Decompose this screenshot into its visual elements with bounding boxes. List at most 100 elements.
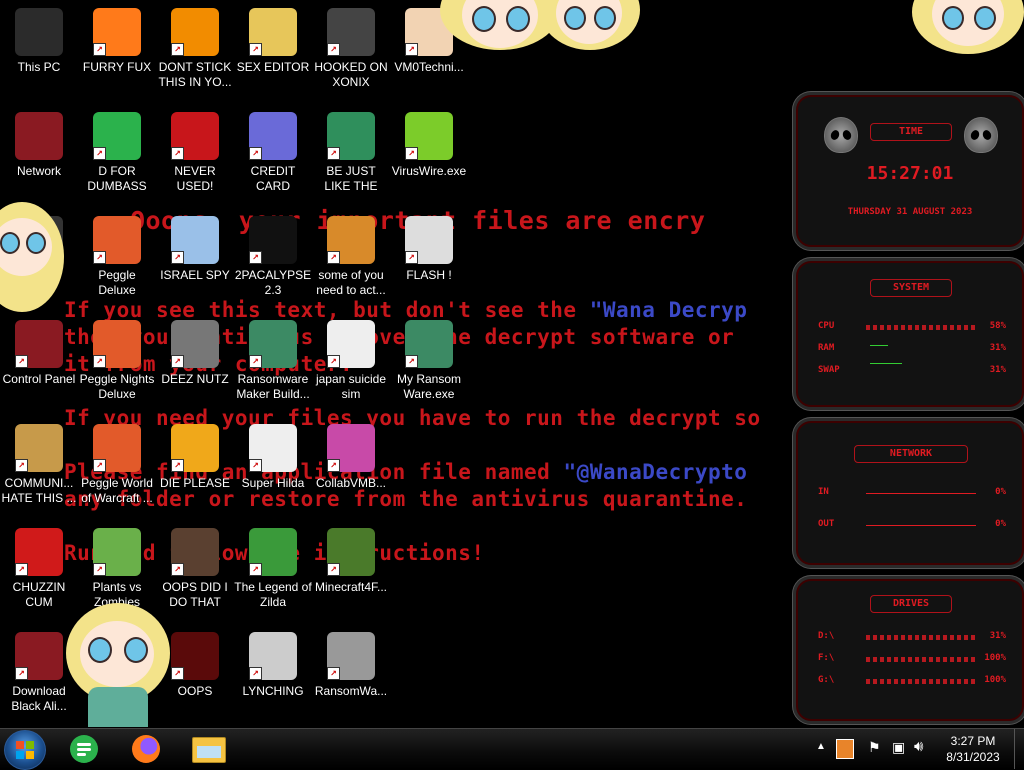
desktop-icon[interactable]: ↗ DEEZ NUTZ [156, 314, 234, 410]
desktop-icon-label: DEEZ NUTZ [161, 372, 229, 386]
desktop-icon[interactable]: ↗ DONT STICK THIS IN YO... [156, 2, 234, 98]
desktop-icon[interactable]: ↗ CREDIT CARD CHECKER [234, 106, 312, 202]
desktop-icon[interactable]: ↗ ISRAEL SPY [156, 210, 234, 306]
swap-row: SWAP 31% [818, 365, 1006, 375]
peggle-icon: ↗ [93, 216, 141, 264]
shortcut-arrow-icon: ↗ [15, 459, 28, 472]
desktop-icon-label: The Legend of Zilda [234, 580, 312, 609]
network-in-graph [866, 493, 976, 494]
desktop-icon[interactable]: ↗ D FOR DUMBASS [78, 106, 156, 202]
desktop-icon-label: D FOR DUMBASS [87, 164, 147, 193]
shortcut-arrow-icon: ↗ [405, 147, 418, 160]
desktop-icon[interactable]: ↗ COMMUNI... HATE THIS ... [0, 418, 78, 514]
shortcut-arrow-icon: ↗ [93, 459, 106, 472]
desktop-icon[interactable]: ↗ HOOKED ON XONIX [312, 2, 390, 98]
alien-network-icon [15, 112, 63, 160]
xonix-game-icon: ↗ [327, 8, 375, 56]
show-hidden-icons-icon[interactable]: ▲ [816, 741, 826, 752]
money-bag-icon: ↗ [15, 424, 63, 472]
shortcut-arrow-icon: ↗ [405, 251, 418, 264]
desktop-icon[interactable]: ↗ Minecraft4F... [312, 522, 390, 618]
desktop-icon-label: Peggle Deluxe [98, 268, 136, 297]
desktop-icon-label: DONT STICK THIS IN YO... [158, 60, 232, 89]
desktop-icon[interactable]: ↗ DIE PLEASE [156, 418, 234, 514]
cpu-row: CPU 58% [818, 321, 1006, 331]
desktop-icon[interactable]: ↗ SEX EDITOR [234, 2, 312, 98]
shortcut-arrow-icon: ↗ [171, 667, 184, 680]
desktop-icon[interactable]: ↗ FLASH ! [390, 210, 468, 306]
shortcut-arrow-icon: ↗ [171, 147, 184, 160]
desktop-icon-label: This PC [17, 60, 61, 74]
action-center-flag-icon[interactable]: ⚑ [868, 739, 881, 756]
app-window-icon: ↗ [405, 320, 453, 368]
desktop-icon-label: Network [16, 164, 61, 178]
shortcut-arrow-icon: ↗ [249, 251, 262, 264]
desktop-icon-label: VirusWire.exe [391, 164, 467, 178]
alien-head-icon [824, 117, 858, 153]
desktop-icon[interactable]: ↗ Super Hilda [234, 418, 312, 514]
desktop-icon[interactable]: ↗ BE JUST LIKE THE DUDE! [312, 106, 390, 202]
desktop-icon-label: Peggle Nights Deluxe [79, 372, 155, 401]
firefox-icon [132, 735, 160, 763]
alien-icon: ↗ [15, 632, 63, 680]
desktop-icon[interactable]: ↗ My Ransom Ware.exe [390, 314, 468, 410]
desktop-icon[interactable]: ↗ RansomWa... [312, 626, 390, 722]
desktop-icon[interactable]: This PC [0, 2, 78, 98]
desktop-icon[interactable]: ↗ Control Panel [0, 314, 78, 410]
cartoon-character-sticker [540, 0, 640, 58]
flower-icon: ↗ [93, 528, 141, 576]
cartoon-character-sticker [66, 603, 170, 727]
desktop-icon[interactable]: ↗ 2PACALYPSE 2.3 [234, 210, 312, 306]
desktop-icon-label: HOOKED ON XONIX [314, 60, 388, 89]
taskbar-feedly-button[interactable] [60, 731, 108, 767]
network-in-row: IN 0% [818, 487, 1006, 497]
desktop-icon-label: NEVER USED! [174, 164, 216, 193]
taskbar-file-explorer-button[interactable] [184, 731, 232, 767]
desktop-icon[interactable]: ↗ FURRY FUX [78, 2, 156, 98]
desktop-icon-label: Peggle World of Warcraft ... [81, 476, 153, 505]
desktop-icon[interactable]: ↗ Peggle Deluxe [78, 210, 156, 306]
desktop-icon[interactable]: ↗ VirusWire.exe [390, 106, 468, 202]
network-title: NETWORK [854, 445, 968, 463]
flash-doc-icon: ↗ [405, 216, 453, 264]
desktop-icon[interactable]: ↗ Ransomware Maker Build... [234, 314, 312, 410]
desktop-icon[interactable]: ↗ LYNCHING [234, 626, 312, 722]
zelda-icon: ↗ [249, 528, 297, 576]
desktop-icon-label: ISRAEL SPY [160, 268, 230, 282]
desktop-icon[interactable]: ↗ NEVER USED! [156, 106, 234, 202]
portrait-icon: ↗ [171, 528, 219, 576]
desktop-icon[interactable]: ↗ Peggle World of Warcraft ... [78, 418, 156, 514]
desktop-icon[interactable]: ↗ CollabVMB... [312, 418, 390, 514]
desktop-icon-label: COMMUNI... HATE THIS ... [1, 476, 77, 505]
desktop-icon[interactable]: ↗ Peggle Nights Deluxe [78, 314, 156, 410]
taskbar-clock[interactable]: 3:27 PM 8/31/2023 [940, 733, 1006, 765]
show-desktop-button[interactable] [1014, 729, 1024, 769]
desktop-icon-label: VM0Techni... [394, 60, 464, 74]
gadget-date: THURSDAY 31 AUGUST 2023 [847, 207, 973, 217]
drive-row: D:\ 31% [818, 631, 1006, 641]
desktop-icon[interactable]: ↗ japan suicide sim [312, 314, 390, 410]
shortcut-arrow-icon: ↗ [171, 43, 184, 56]
shortcut-arrow-icon: ↗ [327, 355, 340, 368]
network-out-graph [866, 525, 976, 526]
cartoon-character-sticker [0, 202, 66, 320]
shortcut-arrow-icon: ↗ [15, 355, 28, 368]
shortcut-arrow-icon: ↗ [249, 355, 262, 368]
start-button[interactable] [4, 730, 46, 770]
desktop-icon[interactable]: Network [0, 106, 78, 202]
desktop-icon[interactable]: ↗ some of you need to act... [312, 210, 390, 306]
desktop-icon-label: Minecraft4F... [314, 580, 388, 594]
shortcut-arrow-icon: ↗ [327, 563, 340, 576]
taskbar-firefox-button[interactable] [122, 731, 170, 767]
system-panel: SYSTEM CPU 58% RAM 31% SWAP 31% [793, 258, 1024, 410]
system-tray: ▲ ⚑ ▣ 🔊︎ [812, 729, 932, 769]
network-status-icon[interactable]: ▣ [892, 739, 905, 756]
desktop-icon[interactable]: ↗ The Legend of Zilda [234, 522, 312, 618]
taskbar: ▲ ⚑ ▣ 🔊︎ 3:27 PM 8/31/2023 [0, 728, 1024, 770]
desktop-icon-label: some of you need to act... [316, 268, 386, 297]
tray-app-icon[interactable] [836, 739, 854, 759]
ram-row: RAM 31% [818, 343, 1006, 353]
shortcut-arrow-icon: ↗ [327, 43, 340, 56]
volume-icon[interactable]: 🔊︎ [914, 738, 923, 755]
shortcut-arrow-icon: ↗ [405, 355, 418, 368]
